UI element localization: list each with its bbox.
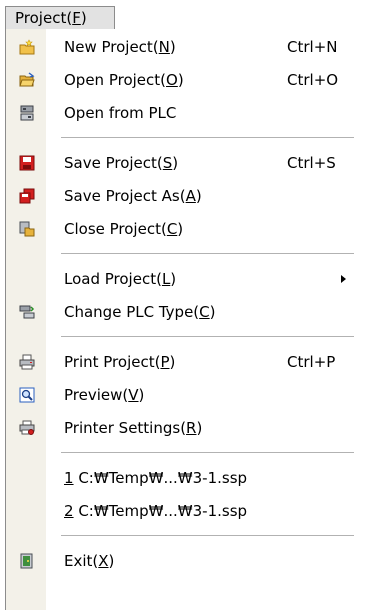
- save-project-icon: [19, 155, 35, 171]
- menu-separator: [61, 137, 354, 138]
- menu-item-label: Exit(X): [64, 552, 115, 570]
- menu-separator: [61, 336, 354, 337]
- menu-item-recent-file-2[interactable]: 2 C:₩Temp₩...₩3-1.ssp: [6, 495, 360, 528]
- new-project-icon: [19, 39, 35, 55]
- menu-item-exit[interactable]: Exit(X): [6, 545, 360, 578]
- shortcut-text: Ctrl+N: [287, 38, 338, 56]
- menu-item-save-project-as[interactable]: Save Project As(A): [6, 180, 360, 213]
- menu-item-label: Close Project(C): [64, 220, 184, 238]
- shortcut-text: Ctrl+S: [287, 154, 336, 172]
- menu-title-post: ): [80, 9, 87, 27]
- menu-separator: [61, 535, 354, 536]
- submenu-arrow-icon: [341, 275, 346, 283]
- menu-item-label: Save Project(S): [64, 154, 179, 172]
- menu-title-pre: Project(: [15, 9, 73, 27]
- menu-item-label: Open Project(O): [64, 71, 184, 89]
- menu-item-label: 2 C:₩Temp₩...₩3-1.ssp: [64, 502, 248, 520]
- menu-item-label: Print Project(P): [64, 353, 176, 371]
- menu-item-recent-file-1[interactable]: 1 C:₩Temp₩...₩3-1.ssp: [6, 462, 360, 495]
- preview-icon: [19, 387, 35, 403]
- menu-item-label: 1 C:₩Temp₩...₩3-1.ssp: [64, 469, 248, 487]
- menu-item-label: Change PLC Type(C): [64, 303, 216, 321]
- menu-title-key: F: [72, 9, 81, 27]
- exit-icon: [20, 553, 33, 569]
- menu-item-label: Preview(V): [64, 386, 145, 404]
- change-plc-type-icon: [19, 305, 35, 319]
- printer-settings-icon: [19, 420, 35, 435]
- menu-item-change-plc-type[interactable]: Change PLC Type(C): [6, 296, 360, 329]
- open-from-plc-icon: [20, 105, 34, 121]
- menu-item-save-project[interactable]: Save Project(S) Ctrl+S: [6, 147, 360, 180]
- menu-item-label: New Project(N): [64, 38, 176, 56]
- menu-item-label: Open from PLC: [64, 104, 177, 122]
- menu-item-print-project[interactable]: Print Project(P) Ctrl+P: [6, 346, 360, 379]
- open-project-icon: [19, 72, 35, 87]
- menu-item-load-project[interactable]: Load Project(L): [6, 263, 360, 296]
- menu-item-preview[interactable]: Preview(V): [6, 379, 360, 412]
- menu-item-open-project[interactable]: Open Project(O) Ctrl+O: [6, 64, 360, 97]
- menu-item-close-project[interactable]: Close Project(C): [6, 213, 360, 246]
- menu-item-label: Load Project(L): [64, 270, 177, 288]
- project-menu: New Project(N) Ctrl+N Open Project(O) Ct…: [5, 29, 360, 610]
- menu-item-label: Printer Settings(R): [64, 419, 203, 437]
- menu-separator: [61, 452, 354, 453]
- menu-item-open-from-plc[interactable]: Open from PLC: [6, 97, 360, 130]
- menu-separator: [61, 253, 354, 254]
- close-project-icon: [19, 221, 35, 237]
- menu-title-project[interactable]: Project(F): [5, 6, 115, 30]
- printer-icon: [19, 354, 35, 370]
- shortcut-text: Ctrl+O: [287, 71, 339, 89]
- menu-item-label: Save Project As(A): [64, 187, 202, 205]
- menu-item-new-project[interactable]: New Project(N) Ctrl+N: [6, 31, 360, 64]
- menu-item-printer-settings[interactable]: Printer Settings(R): [6, 412, 360, 445]
- shortcut-text: Ctrl+P: [287, 353, 336, 371]
- save-project-as-icon: [19, 188, 35, 204]
